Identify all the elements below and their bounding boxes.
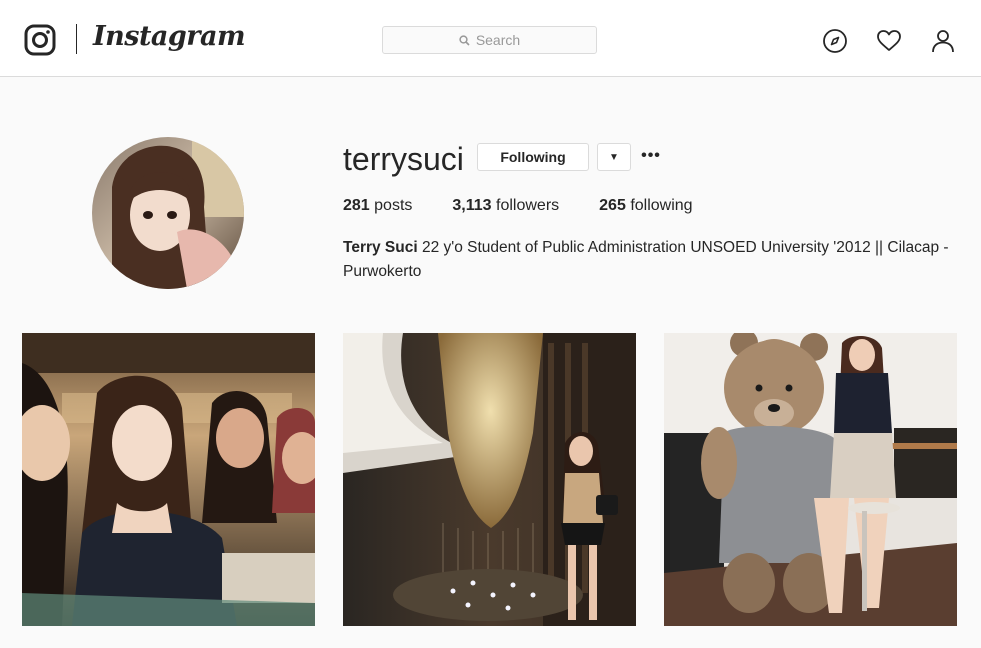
following-button[interactable]: Following <box>477 143 589 171</box>
instagram-wordmark[interactable]: Instagram <box>93 21 246 52</box>
post-image <box>664 333 957 626</box>
profile-avatar[interactable] <box>92 137 244 289</box>
search-icon <box>459 34 470 46</box>
stat-following-label: following <box>630 197 693 214</box>
nav-divider <box>76 24 77 54</box>
search-placeholder: Search <box>475 32 521 48</box>
heart-icon[interactable] <box>876 28 902 54</box>
top-nav: Instagram Search <box>0 0 981 77</box>
stat-followers[interactable]: 3,113 followers <box>452 197 559 215</box>
post-photo-teddy-bear[interactable] <box>664 333 957 626</box>
post-photo-chandelier[interactable] <box>343 333 636 626</box>
avatar-photo <box>92 137 244 289</box>
post-photo-friends-group[interactable] <box>22 333 315 626</box>
stat-following[interactable]: 265 following <box>599 197 692 215</box>
more-options-icon[interactable]: ••• <box>641 146 660 166</box>
bio-text: 22 y'o Student of Public Administration … <box>343 239 949 280</box>
suggested-dropdown-button[interactable]: ▼ <box>597 143 631 171</box>
stat-posts: 281 posts <box>343 197 412 215</box>
stat-posts-value: 281 <box>343 197 370 214</box>
profile-bio: Terry Suci 22 y'o Student of Public Admi… <box>343 236 963 284</box>
stat-followers-label: followers <box>496 197 560 214</box>
bio-full-name: Terry Suci <box>343 239 418 256</box>
search-input[interactable]: Search <box>382 26 597 54</box>
profile-username: terrysuci <box>343 141 464 177</box>
chevron-down-icon: ▼ <box>609 151 619 163</box>
stat-followers-value: 3,113 <box>452 197 492 214</box>
instagram-glyph-icon[interactable] <box>24 24 56 56</box>
post-image <box>22 333 315 626</box>
profile-person-icon[interactable] <box>930 28 956 54</box>
profile-stats: 281 posts 3,113 followers 265 following <box>343 197 733 215</box>
stat-posts-label: posts <box>374 197 413 214</box>
stat-following-value: 265 <box>599 197 626 214</box>
post-image <box>343 333 636 626</box>
explore-compass-icon[interactable] <box>822 28 848 54</box>
